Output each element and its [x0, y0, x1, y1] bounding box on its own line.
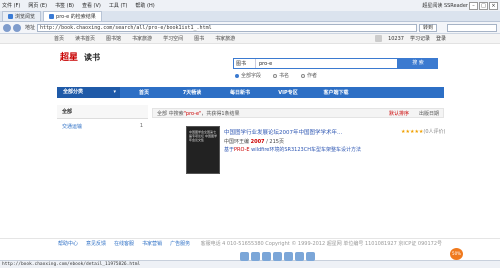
- footer-link[interactable]: 意见反馈: [86, 240, 106, 247]
- sidebar-item-count: 1: [139, 123, 143, 129]
- app-brand: 超星阅读 SSReader: [422, 3, 468, 9]
- channel-7day[interactable]: 7天畅读: [168, 89, 216, 96]
- chevron-down-icon: ▾: [113, 89, 116, 95]
- page-footer: 帮助中心 意见反馈 在线客服 书家营销 广告服务 客服电话 4 010-5165…: [0, 238, 500, 248]
- browser-menubar: 文件 (F) 网页 (E) 书签 (B) 查看 (V) 工具 (T) 帮助 (H…: [0, 0, 500, 11]
- search-button[interactable]: 搜 索: [398, 58, 438, 69]
- radio-dot: [301, 73, 306, 78]
- page-icon: [8, 14, 13, 19]
- search-scope-select[interactable]: 图书: [234, 59, 256, 68]
- all-categories-button[interactable]: 全部分类 ▾: [57, 87, 120, 98]
- tab-search-results[interactable]: pro-e 的检索结果: [43, 11, 102, 21]
- tool-icon[interactable]: [284, 252, 293, 261]
- radio-dot: [273, 73, 278, 78]
- minimize-icon[interactable]: –: [469, 1, 478, 10]
- result-rating: ★★★★★(0人评价): [401, 129, 446, 135]
- tab-strip: 浏览阅览 pro-e 的检索结果: [0, 11, 500, 22]
- channel-bar: 全部分类 ▾ 首页 7天畅读 每日新书 VIP专区 客户端下载: [57, 87, 444, 98]
- menu-view[interactable]: 查看 (V): [82, 2, 101, 9]
- sort-options: 默认排序 出版日期: [379, 110, 439, 117]
- sort-default[interactable]: 默认排序: [389, 110, 409, 117]
- results-summary: 全部 中搜索"pro-e"，共获得1条结果: [157, 110, 240, 117]
- status-url: http://book.chaoxing.com/ebook/detail_11…: [2, 262, 141, 267]
- menu-help[interactable]: 帮助 (H): [135, 2, 154, 9]
- result-meta: 中国环王编 2007 / 215页: [224, 139, 284, 145]
- result-desc-link[interactable]: 基于PRO-E wildfire环境的SR3123CH车型车架整车设计方法: [224, 146, 361, 153]
- site-topnav: 首页 读书首页 图书馆 书家旅游 学习空间 图书 书家旅游 10237 学习记录…: [0, 34, 500, 44]
- address-bar: 地址 http://book.chaoxing.com/search/all/p…: [0, 22, 500, 34]
- study-record-link[interactable]: 学习记录: [410, 35, 430, 42]
- page-icon: [49, 14, 55, 19]
- all-categories-label: 全部分类: [63, 89, 84, 95]
- nav-link[interactable]: 图书: [194, 35, 204, 42]
- nav-link[interactable]: 图书馆: [106, 35, 121, 42]
- channel-home[interactable]: 首页: [120, 89, 168, 96]
- maximize-icon[interactable]: □: [479, 1, 488, 10]
- tool-icon[interactable]: [240, 252, 249, 261]
- sidebar-item-transport[interactable]: 交通运输 1: [57, 119, 148, 134]
- footer-link[interactable]: 书家营销: [142, 240, 162, 247]
- nav-link[interactable]: 首页: [54, 35, 64, 42]
- sidebar-item-label: 交通运输: [62, 124, 83, 130]
- radio-dot: [235, 73, 239, 78]
- radio-all-fields[interactable]: 全部字段: [235, 72, 261, 79]
- tool-icon[interactable]: [273, 252, 282, 261]
- logo-text: 读书: [84, 53, 100, 62]
- search-box: 图书 pro-e: [233, 58, 398, 69]
- footer-link[interactable]: 广告服务: [170, 240, 190, 247]
- floating-speed-button[interactable]: 50%: [450, 248, 463, 260]
- results-bar: 全部 中搜索"pro-e"，共获得1条结果 默认排序 出版日期: [152, 108, 444, 118]
- site-logo[interactable]: 超星 读书: [60, 52, 100, 63]
- close-icon[interactable]: ×: [489, 1, 498, 10]
- go-button[interactable]: 转到: [418, 23, 437, 32]
- search-input[interactable]: pro-e: [256, 61, 272, 67]
- search-field-options: 全部字段 书名 作者: [235, 72, 329, 79]
- menu-edit[interactable]: 网页 (E): [28, 2, 47, 9]
- menu-bookmarks[interactable]: 书签 (B): [55, 2, 74, 9]
- radio-label: 书名: [279, 73, 290, 79]
- login-link[interactable]: 登录: [436, 35, 446, 42]
- status-bar: http://book.chaoxing.com/ebook/detail_11…: [0, 252, 500, 268]
- forward-icon[interactable]: [13, 23, 21, 32]
- tool-icon[interactable]: [295, 252, 304, 261]
- radio-label: 全部字段: [241, 73, 262, 79]
- star-icon: ★★★★★: [401, 129, 424, 135]
- nav-link[interactable]: 读书首页: [75, 35, 95, 42]
- channel-vip[interactable]: VIP专区: [264, 89, 312, 96]
- result-title-link[interactable]: 中国图学行业发展论坛2007年中国图学学术年...: [224, 128, 342, 136]
- copyright: 客服电话 4 010-51655380 Copyright © 1999-201…: [200, 241, 442, 247]
- logo-mark: 超星: [60, 52, 79, 63]
- avatar[interactable]: [375, 35, 383, 42]
- radio-author[interactable]: 作者: [301, 72, 317, 79]
- back-icon[interactable]: [3, 23, 11, 32]
- tab-label: pro-e 的检索结果: [56, 14, 96, 20]
- footer-link[interactable]: 帮助中心: [58, 240, 78, 247]
- tab-browse[interactable]: 浏览阅览: [2, 11, 42, 21]
- menu-tools[interactable]: 工具 (T): [109, 2, 128, 9]
- sort-publish-date[interactable]: 出版日期: [419, 110, 439, 117]
- sidebar-head[interactable]: 全部: [57, 105, 148, 119]
- url-input[interactable]: http://book.chaoxing.com/search/all/pro-…: [37, 23, 417, 32]
- menu-file[interactable]: 文件 (F): [2, 2, 20, 9]
- channel-new[interactable]: 每日新书: [216, 89, 264, 96]
- nav-link[interactable]: 书家旅游: [215, 35, 235, 42]
- browser-search-input[interactable]: [447, 23, 497, 32]
- radio-title[interactable]: 书名: [273, 72, 289, 79]
- tool-icon[interactable]: [251, 252, 260, 261]
- nav-link[interactable]: 学习空间: [163, 35, 183, 42]
- tool-icon[interactable]: [262, 252, 271, 261]
- nav-link[interactable]: 书家旅游: [132, 35, 152, 42]
- footer-link[interactable]: 在线客服: [114, 240, 134, 247]
- taskbar-icons: [240, 252, 317, 261]
- cover-text: 中国图学会全国第七届专项论坛 中国图学年会论文集: [189, 130, 217, 142]
- user-area: 10237 学习记录 登录: [369, 35, 446, 42]
- tool-icon[interactable]: [306, 252, 315, 261]
- book-cover[interactable]: 中国图学会全国第七届专项论坛 中国图学年会论文集: [186, 126, 220, 174]
- address-label: 地址: [25, 25, 36, 31]
- category-sidebar: 全部 交通运输 1: [57, 105, 148, 134]
- user-id[interactable]: 10237: [388, 36, 404, 42]
- tab-label: 浏览阅览: [15, 14, 36, 20]
- radio-label: 作者: [307, 73, 318, 79]
- channel-client-download[interactable]: 客户端下载: [312, 89, 360, 96]
